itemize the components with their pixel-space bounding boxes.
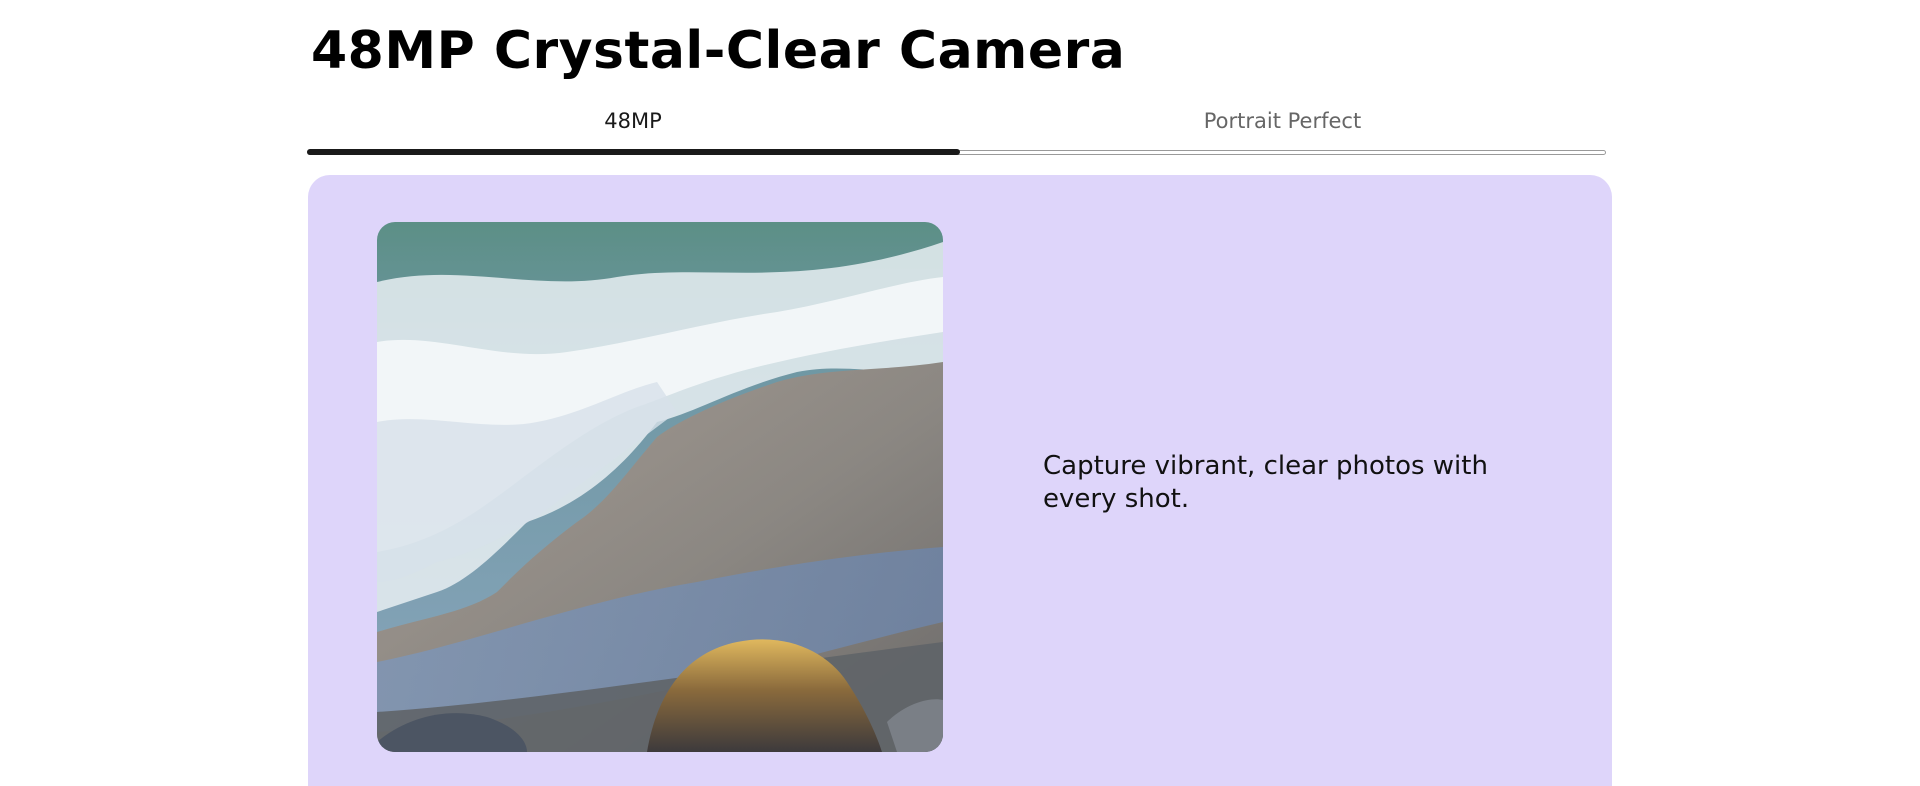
tab-portrait-perfect[interactable]: Portrait Perfect <box>959 100 1606 142</box>
tab-list: 48MP Portrait Perfect <box>307 100 1606 156</box>
beach-waves-photo <box>377 222 943 752</box>
tab-progress-indicator <box>307 149 960 155</box>
feature-panel: Capture vibrant, clear photos with every… <box>308 175 1612 786</box>
page: 48MP Crystal-Clear Camera 48MP Portrait … <box>0 0 1920 786</box>
tab-48mp[interactable]: 48MP <box>307 100 959 142</box>
feature-caption: Capture vibrant, clear photos with every… <box>1043 451 1488 514</box>
page-title: 48MP Crystal-Clear Camera <box>311 21 1126 81</box>
